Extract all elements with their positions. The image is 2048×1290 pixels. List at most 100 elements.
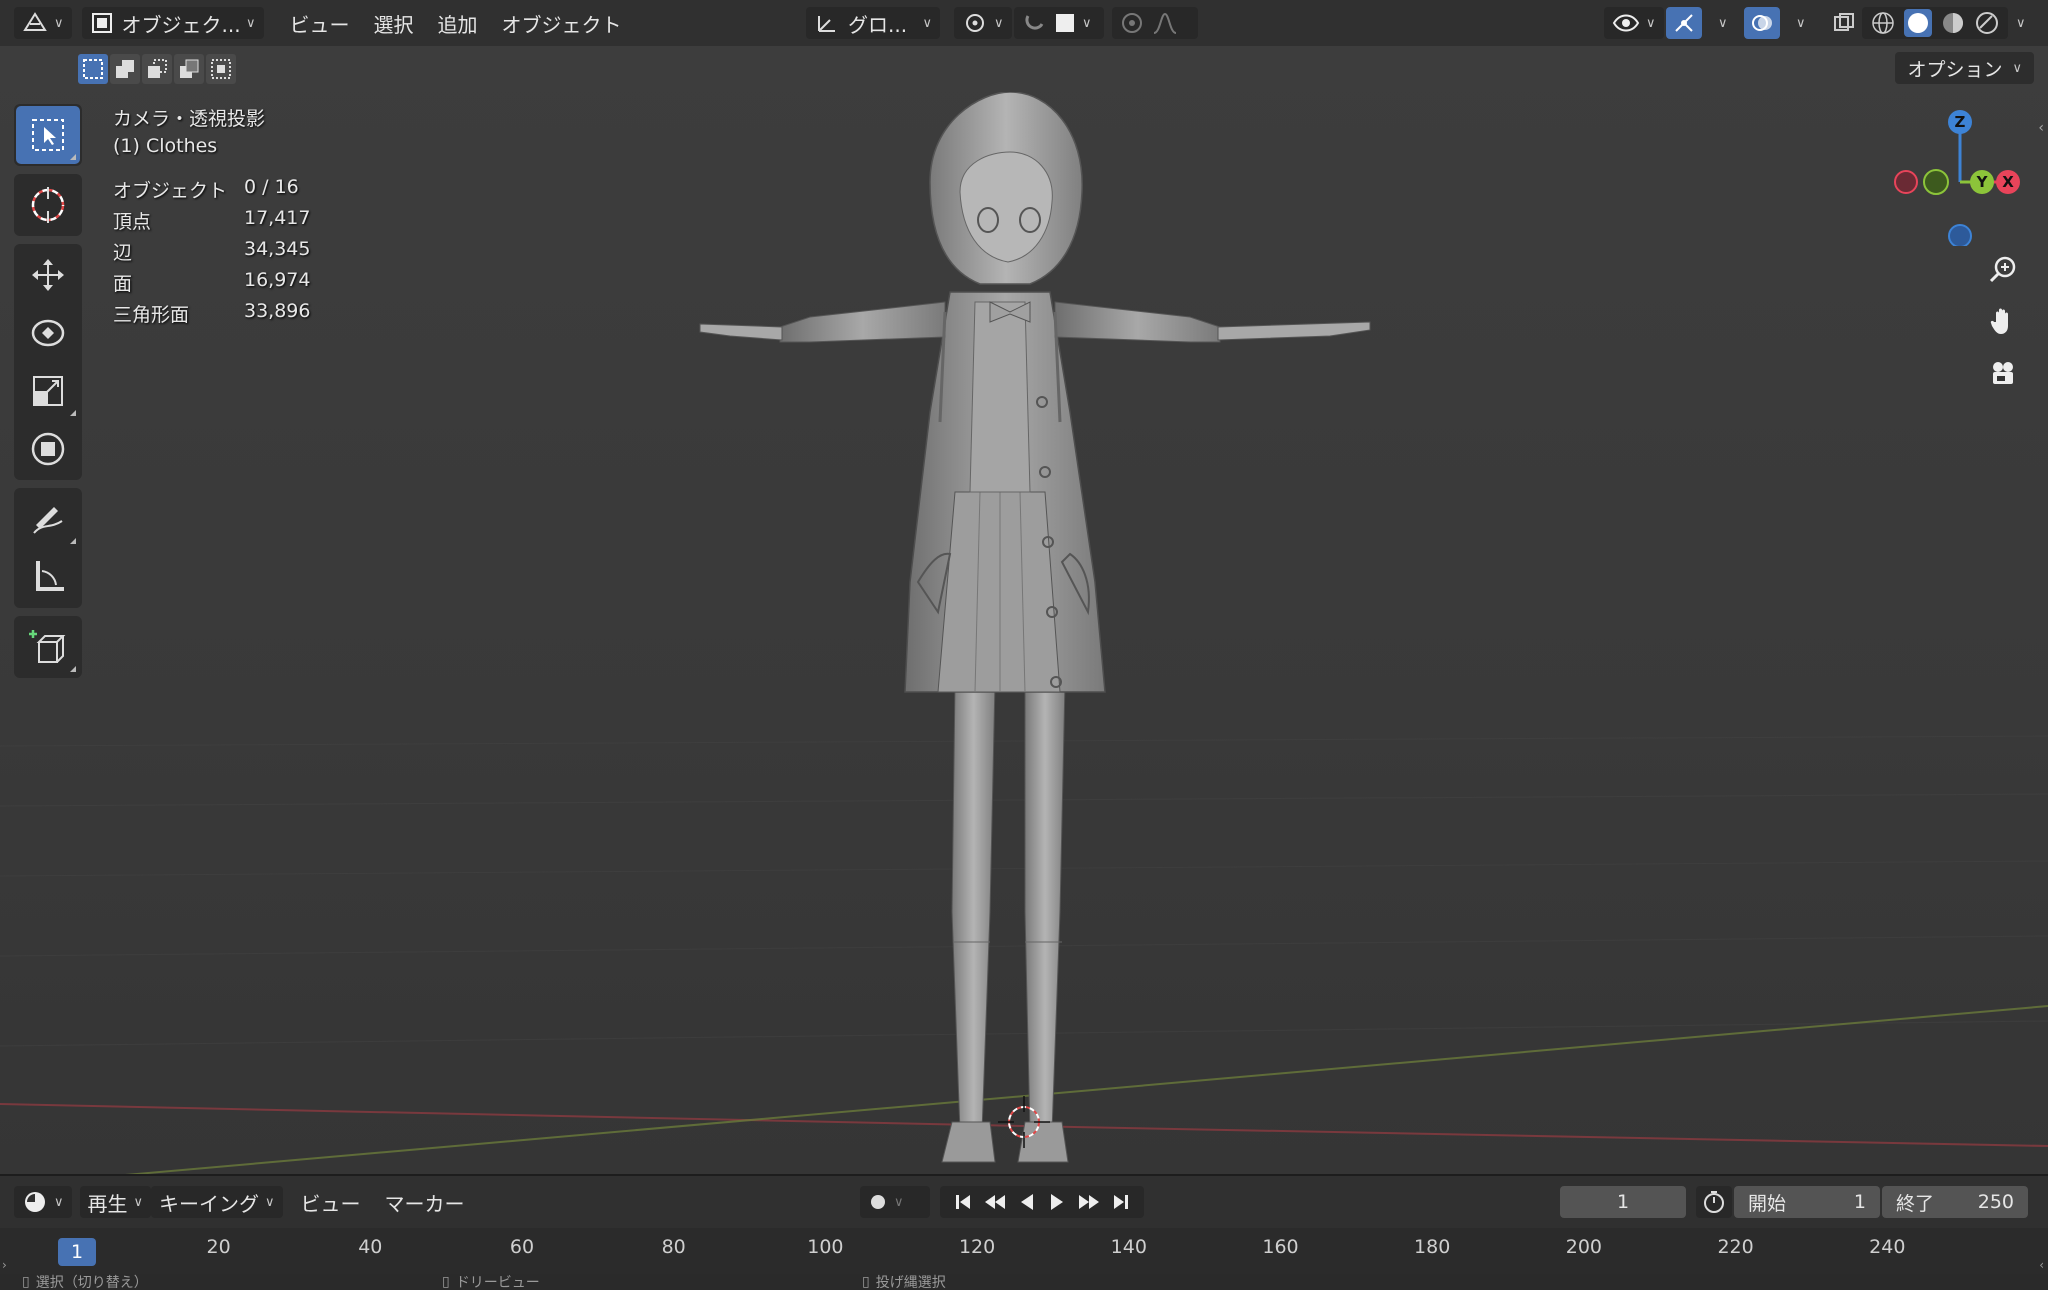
sidebar-toggle-icon[interactable]: ‹ (2038, 120, 2044, 136)
wireframe-shading-icon[interactable] (1870, 10, 1896, 36)
header-menus: ビュー 選択 追加 オブジェクト (278, 9, 634, 38)
stat-objects: オブジェクト 0 / 16 (113, 176, 299, 202)
character-model[interactable] (690, 92, 1390, 1172)
status-lasso: ▯ 投げ縄選択 (862, 1274, 946, 1290)
clock-icon (22, 1189, 48, 1215)
scroll-right-icon[interactable]: ‹ (2039, 1258, 2044, 1272)
move-tool[interactable] (16, 246, 80, 304)
cursor-tool[interactable] (16, 176, 80, 234)
select-new-button[interactable] (78, 54, 108, 84)
gizmo-neg-x[interactable] (1894, 170, 1918, 194)
viewport-info-overlay: カメラ・透視投影 (1) Clothes オブジェクト 0 / 16 頂点 17,4… (113, 104, 310, 331)
ruler-icon (28, 557, 68, 597)
scale-tool[interactable] (16, 362, 80, 420)
rendered-shading-icon[interactable] (1974, 10, 2000, 36)
next-keyframe-icon[interactable] (1077, 1192, 1101, 1212)
camera-view-label: カメラ・透視投影 (113, 108, 266, 130)
timeline-editor-type-button[interactable]: ∨ (14, 1186, 72, 1218)
snap-target-icon[interactable] (1054, 12, 1076, 34)
menu-object[interactable]: オブジェクト (490, 9, 634, 38)
select-invert-button[interactable] (174, 54, 204, 84)
mode-dropdown[interactable]: オブジェク... ∨ (81, 7, 264, 39)
gizmo-neg-y[interactable] (1923, 169, 1949, 195)
menu-select[interactable]: 選択 (362, 9, 426, 38)
pencil-icon (28, 499, 68, 539)
shading-dropdown[interactable]: ∨ (2002, 7, 2034, 39)
select-invert-icon (178, 58, 200, 80)
transform-orientation-dropdown[interactable]: グロ... ∨ (806, 7, 940, 39)
viewport-header: ∨ オブジェク... ∨ ビュー 選択 追加 オブジェクト グロ... ∨ ∨ … (0, 0, 2048, 46)
playhead-frame[interactable]: 1 (58, 1238, 96, 1266)
ruler-tick-label: 100 (807, 1236, 844, 1258)
play-reverse-icon[interactable] (1017, 1192, 1037, 1212)
timeline-menu-marker[interactable]: マーカー (373, 1188, 477, 1217)
pan-button[interactable] (1980, 298, 2026, 344)
frame-ruler[interactable]: 1 20 40 60 80 100 120 140 160 180 200 220 240 › ‹ (0, 1228, 2048, 1276)
overlay-toggle[interactable] (1744, 7, 1780, 39)
annotate-tool[interactable] (16, 490, 80, 548)
stat-triangles: 三角形面 33,896 (113, 300, 311, 326)
overlay-dropdown[interactable]: ∨ (1782, 7, 1814, 39)
ruler-tick-label: 220 (1717, 1236, 1754, 1258)
jump-end-icon[interactable] (1111, 1192, 1131, 1212)
proportional-edit-icon[interactable] (1120, 11, 1144, 35)
menu-view[interactable]: ビュー (278, 9, 362, 38)
current-frame-field[interactable]: 1 (1560, 1186, 1686, 1218)
scroll-left-icon[interactable]: › (2, 1258, 7, 1272)
visibility-dropdown[interactable]: ∨ (1604, 7, 1664, 39)
add-cube-icon (27, 626, 69, 668)
preview-range-toggle[interactable] (1696, 1186, 1732, 1218)
keying-dropdown[interactable]: キーイング ∨ (151, 1186, 283, 1218)
falloff-curve-icon[interactable] (1152, 11, 1178, 35)
status-select: ▯ 選択（切り替え） (22, 1274, 148, 1290)
select-intersect-icon (210, 58, 232, 80)
timeline-header: ∨ 再生 ∨ キーイング ∨ ビュー マーカー ∨ 1 開始 1 終了 250 (0, 1176, 2048, 1228)
gizmo-z-label: Z (1955, 113, 1966, 131)
xray-toggle[interactable] (1824, 7, 1864, 39)
solid-shading-icon[interactable] (1904, 9, 1932, 37)
jump-start-icon[interactable] (953, 1192, 973, 1212)
select-box-tool[interactable] (16, 106, 80, 164)
navigation-gizmo[interactable]: Z X Y (1882, 106, 2022, 246)
timeline-menu-view[interactable]: ビュー (289, 1188, 373, 1217)
transform-tool[interactable] (16, 420, 80, 478)
gizmo-x-label: X (2002, 173, 2014, 191)
add-cube-tool[interactable] (16, 618, 80, 676)
rotate-tool[interactable] (16, 304, 80, 362)
gizmo-toggle[interactable] (1666, 7, 1702, 39)
move-icon (28, 255, 68, 295)
pivot-point-dropdown[interactable]: ∨ (954, 7, 1012, 39)
gizmo-y-label: Y (1976, 173, 1989, 191)
ruler-tick-label: 160 (1262, 1236, 1299, 1258)
play-icon[interactable] (1047, 1192, 1067, 1212)
zoom-button[interactable] (1980, 246, 2026, 292)
gizmo-dropdown[interactable]: ∨ (1704, 7, 1736, 39)
measure-tool[interactable] (16, 548, 80, 606)
transform-icon (28, 429, 68, 469)
select-subtract-button[interactable] (142, 54, 172, 84)
auto-keying-toggle[interactable]: ∨ (860, 1186, 930, 1218)
editor-type-button[interactable]: ∨ (14, 7, 72, 39)
menu-add[interactable]: 追加 (426, 9, 490, 38)
camera-view-button[interactable] (1980, 350, 2026, 396)
ruler-tick-label: 80 (661, 1236, 686, 1258)
select-box-icon (30, 117, 66, 153)
status-dolly: ▯ ドリービュー (442, 1274, 540, 1290)
stat-faces: 面 16,974 (113, 269, 311, 295)
snap-magnet-icon[interactable] (1022, 10, 1048, 36)
3d-viewport[interactable]: オプション ∨ カメラ・透視投影 (1) Clothes オブジェクト 0 / … (0, 46, 2048, 1174)
select-intersect-button[interactable] (206, 54, 236, 84)
proportional-editing-group (1112, 7, 1198, 39)
material-shading-icon[interactable] (1940, 10, 1966, 36)
select-extend-button[interactable] (110, 54, 140, 84)
3d-cursor (998, 1096, 1050, 1148)
playback-dropdown[interactable]: 再生 ∨ (79, 1186, 152, 1218)
start-frame-field[interactable]: 開始 1 (1734, 1186, 1880, 1218)
timeline-editor: ∨ 再生 ∨ キーイング ∨ ビュー マーカー ∨ 1 開始 1 終了 250 … (0, 1174, 2048, 1276)
prev-keyframe-icon[interactable] (983, 1192, 1007, 1212)
xray-icon (1832, 11, 1856, 35)
end-frame-field[interactable]: 終了 250 (1882, 1186, 2028, 1218)
ruler-tick-label: 140 (1110, 1236, 1147, 1258)
gizmo-neg-z[interactable] (1948, 224, 1972, 246)
options-dropdown[interactable]: オプション ∨ (1895, 52, 2034, 84)
